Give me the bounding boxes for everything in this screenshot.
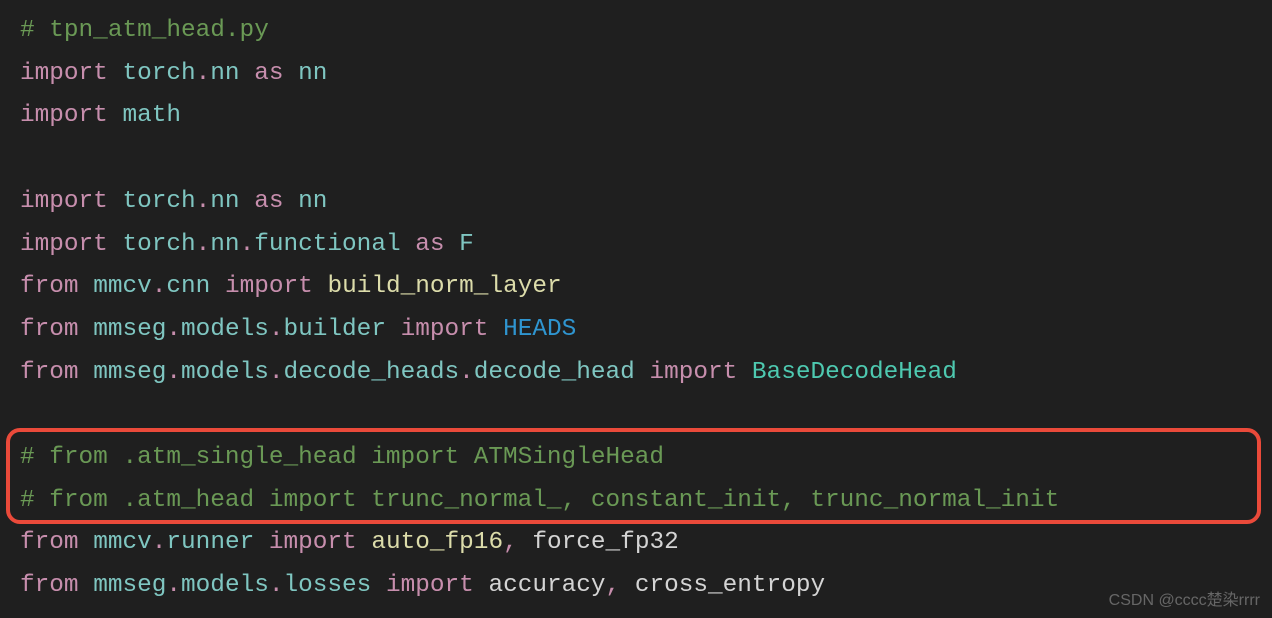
comment-line: # tpn_atm_head.py (20, 17, 269, 44)
kw-import: import (20, 102, 108, 129)
kw-import: import (20, 60, 108, 87)
comment-line: # from .atm_head import trunc_normal_, c… (20, 487, 1059, 514)
comment-line: # from .atm_single_head import ATMSingle… (20, 444, 664, 471)
code-block: # tpn_atm_head.py import torch.nn as nn … (0, 0, 1272, 608)
